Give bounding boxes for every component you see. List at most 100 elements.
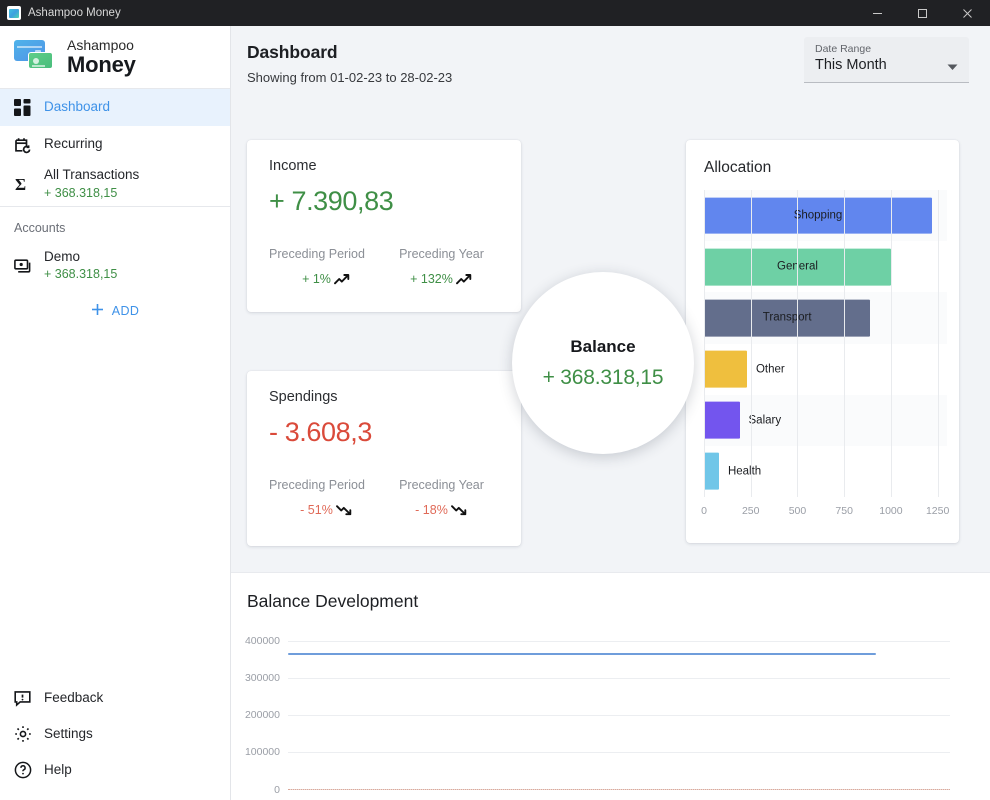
balance-value: + 368.318,15 [542,365,664,389]
gridline: 300000 [245,672,950,684]
axis-tick-label: 1250 [925,505,950,517]
gridline: 200000 [245,709,950,721]
trend-up-icon [333,273,351,285]
add-account-button[interactable]: ADD [0,293,230,319]
income-preceding-year: Preceding Year + 132% [384,247,499,286]
sidebar-footer: Feedback Settings Help [0,680,230,800]
maximize-button[interactable] [900,0,945,26]
sidebar-account-amount: + 368.318,15 [44,267,118,282]
calendar-refresh-icon [14,136,44,154]
axis-tick-label: 1000 [879,505,903,517]
value: - 18% [415,503,448,517]
window-controls [855,0,990,26]
plus-icon [91,303,104,319]
sidebar-item-label: Settings [44,725,93,741]
gridline: 100000 [245,746,950,758]
axis-tick-label: 0 [274,784,280,796]
axis-tick-label: 200000 [244,709,280,721]
spendings-title: Spendings [269,389,338,405]
gridline [890,190,892,497]
value: + 132% [410,272,453,286]
trend-up-icon [455,273,473,285]
balance-line-series [288,652,877,656]
add-account-label: ADD [111,304,140,318]
gridline: 400000 [245,635,950,647]
label: Preceding Period [269,247,365,261]
label: Preceding Year [399,247,484,261]
app-logo-icon [7,6,21,20]
gridline [750,190,752,497]
sidebar-item-dashboard[interactable]: Dashboard [0,89,230,126]
gridline [797,190,799,497]
sidebar-item-all-transactions[interactable]: Σ All Transactions + 368.318,15 [0,163,230,206]
sidebar-item-feedback[interactable]: Feedback [0,680,230,716]
sidebar-item-amount: + 368.318,15 [44,185,118,200]
chevron-down-icon [947,58,958,76]
balance-bubble: Balance + 368.318,15 [512,272,694,454]
sidebar-account-demo[interactable]: Demo + 368.318,15 [0,245,230,288]
spendings-preceding-year: Preceding Year - 18% [384,478,499,517]
gridline [937,190,939,497]
sidebar-item-label: All Transactions [44,167,140,182]
axis-tick-label: 250 [741,505,760,517]
app-frame: Ashampoo Money Dashboard Recurring Σ All… [0,26,990,800]
balance-title: Balance [570,336,636,356]
allocation-gridlines [704,190,947,497]
allocation-title: Allocation [704,159,772,176]
sidebar-item-label: Dashboard [44,99,111,115]
gridline: 0 [274,784,950,796]
sidebar-item-label: Recurring [44,136,103,152]
axis-tick-label: 100000 [244,746,280,758]
main-content: Dashboard Showing from 01-02-23 to 28-02… [231,26,990,800]
balance-development-plot: 0 100000 200000 300000 400000 [245,635,950,796]
page-header: Dashboard Showing from 01-02-23 to 28-02… [231,26,990,108]
help-circle-icon [14,761,44,779]
date-range-select[interactable]: Date Range This Month [804,37,969,83]
income-value: + 7.390,83 [269,186,394,216]
axis-tick-label: 300000 [244,672,280,684]
sidebar-account-label: Demo [44,248,81,264]
close-button[interactable] [945,0,990,26]
allocation-x-axis: 0 250 500 750 1000 1250 [701,505,950,519]
axis-tick-label: 500 [788,505,807,517]
axis-tick-label: 0 [701,505,707,517]
label: Preceding Year [399,478,484,492]
brand-name-bottom: Money [67,51,136,77]
minimize-button[interactable] [855,0,900,26]
sidebar-item-label: Feedback [44,689,104,705]
trend-down-icon [335,504,353,516]
feedback-icon [14,690,44,707]
sidebar-item-recurring[interactable]: Recurring [0,126,230,163]
date-range-value: This Month [815,57,887,73]
grid-icon [14,99,44,116]
svg-text:Σ: Σ [15,175,26,193]
spendings-card: Spendings - 3.608,3 Preceding Period - 5… [247,371,521,546]
app-logo-icon [14,38,56,76]
window-title: Ashampoo Money [28,7,121,19]
brand: Ashampoo Money [0,26,230,88]
trend-down-icon [450,504,468,516]
spendings-preceding-period: Preceding Period - 51% [269,478,384,517]
label: Preceding Period [269,478,365,492]
gridline [844,190,846,497]
balance-development-title: Balance Development [247,591,419,611]
spendings-value: - 3.608,3 [269,417,372,447]
sidebar-item-help[interactable]: Help [0,752,230,788]
income-title: Income [269,158,317,174]
sigma-icon: Σ [14,175,44,193]
balance-development-card: Balance Development 0 100000 200000 300000 4… [231,572,990,800]
sidebar-item-label: Help [44,761,72,777]
money-stack-icon [14,258,44,274]
allocation-card: Allocation ShoppingGeneralTransportOther… [686,140,959,543]
brand-name-top: Ashampoo [67,37,134,54]
axis-tick-label: 400000 [244,635,280,647]
axis-tick-label: 750 [835,505,853,517]
income-card: Income + 7.390,83 Preceding Period + 1% [247,140,521,312]
date-range-label: Date Range [815,43,872,55]
sidebar-item-settings[interactable]: Settings [0,716,230,752]
income-preceding-period: Preceding Period + 1% [269,247,384,286]
value: - 51% [300,503,333,517]
value: + 1% [302,272,331,286]
gridline [704,190,705,497]
accounts-section-label: Accounts [14,220,66,235]
